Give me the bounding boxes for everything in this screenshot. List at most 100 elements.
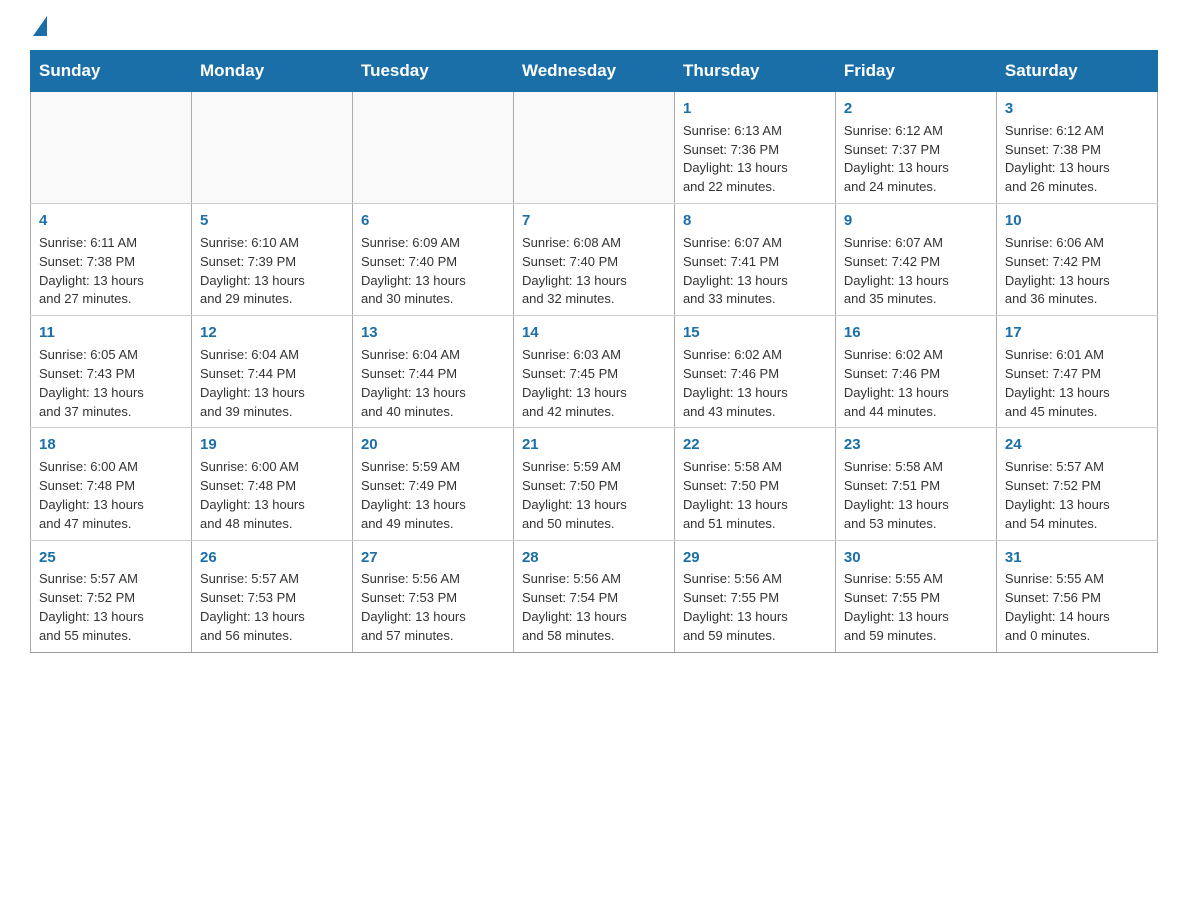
day-info: Sunrise: 6:00 AM Sunset: 7:48 PM Dayligh… [39,458,183,533]
weekday-header-row: SundayMondayTuesdayWednesdayThursdayFrid… [31,51,1158,92]
day-info: Sunrise: 6:02 AM Sunset: 7:46 PM Dayligh… [683,346,827,421]
day-info: Sunrise: 6:01 AM Sunset: 7:47 PM Dayligh… [1005,346,1149,421]
weekday-header-wednesday: Wednesday [513,51,674,92]
calendar-cell [31,92,192,204]
day-info: Sunrise: 5:58 AM Sunset: 7:51 PM Dayligh… [844,458,988,533]
day-number: 5 [200,210,344,232]
day-number: 26 [200,547,344,569]
day-number: 13 [361,322,505,344]
day-number: 27 [361,547,505,569]
calendar-table: SundayMondayTuesdayWednesdayThursdayFrid… [30,50,1158,653]
day-info: Sunrise: 5:56 AM Sunset: 7:54 PM Dayligh… [522,570,666,645]
calendar-cell: 2Sunrise: 6:12 AM Sunset: 7:37 PM Daylig… [835,92,996,204]
calendar-cell: 11Sunrise: 6:05 AM Sunset: 7:43 PM Dayli… [31,316,192,428]
weekday-header-tuesday: Tuesday [352,51,513,92]
weekday-header-monday: Monday [191,51,352,92]
calendar-cell: 29Sunrise: 5:56 AM Sunset: 7:55 PM Dayli… [674,540,835,652]
calendar-week-5: 25Sunrise: 5:57 AM Sunset: 7:52 PM Dayli… [31,540,1158,652]
calendar-cell: 18Sunrise: 6:00 AM Sunset: 7:48 PM Dayli… [31,428,192,540]
day-info: Sunrise: 5:56 AM Sunset: 7:53 PM Dayligh… [361,570,505,645]
logo-triangle-icon [33,16,47,36]
calendar-cell: 19Sunrise: 6:00 AM Sunset: 7:48 PM Dayli… [191,428,352,540]
day-number: 3 [1005,98,1149,120]
day-number: 6 [361,210,505,232]
day-number: 25 [39,547,183,569]
day-info: Sunrise: 6:04 AM Sunset: 7:44 PM Dayligh… [361,346,505,421]
day-info: Sunrise: 6:06 AM Sunset: 7:42 PM Dayligh… [1005,234,1149,309]
day-number: 23 [844,434,988,456]
day-info: Sunrise: 6:00 AM Sunset: 7:48 PM Dayligh… [200,458,344,533]
calendar-week-3: 11Sunrise: 6:05 AM Sunset: 7:43 PM Dayli… [31,316,1158,428]
day-info: Sunrise: 6:10 AM Sunset: 7:39 PM Dayligh… [200,234,344,309]
day-number: 15 [683,322,827,344]
calendar-cell [513,92,674,204]
calendar-cell [191,92,352,204]
day-info: Sunrise: 6:12 AM Sunset: 7:38 PM Dayligh… [1005,122,1149,197]
day-number: 24 [1005,434,1149,456]
day-info: Sunrise: 6:07 AM Sunset: 7:42 PM Dayligh… [844,234,988,309]
weekday-header-saturday: Saturday [996,51,1157,92]
calendar-cell: 26Sunrise: 5:57 AM Sunset: 7:53 PM Dayli… [191,540,352,652]
day-number: 17 [1005,322,1149,344]
day-number: 4 [39,210,183,232]
day-number: 7 [522,210,666,232]
weekday-header-friday: Friday [835,51,996,92]
day-info: Sunrise: 5:57 AM Sunset: 7:53 PM Dayligh… [200,570,344,645]
day-info: Sunrise: 6:04 AM Sunset: 7:44 PM Dayligh… [200,346,344,421]
day-info: Sunrise: 6:02 AM Sunset: 7:46 PM Dayligh… [844,346,988,421]
day-info: Sunrise: 6:09 AM Sunset: 7:40 PM Dayligh… [361,234,505,309]
calendar-cell: 17Sunrise: 6:01 AM Sunset: 7:47 PM Dayli… [996,316,1157,428]
day-number: 18 [39,434,183,456]
day-number: 28 [522,547,666,569]
day-number: 21 [522,434,666,456]
calendar-cell: 25Sunrise: 5:57 AM Sunset: 7:52 PM Dayli… [31,540,192,652]
day-number: 14 [522,322,666,344]
weekday-header-sunday: Sunday [31,51,192,92]
day-info: Sunrise: 5:57 AM Sunset: 7:52 PM Dayligh… [39,570,183,645]
day-number: 29 [683,547,827,569]
weekday-header-thursday: Thursday [674,51,835,92]
day-info: Sunrise: 6:07 AM Sunset: 7:41 PM Dayligh… [683,234,827,309]
day-number: 1 [683,98,827,120]
day-number: 16 [844,322,988,344]
day-info: Sunrise: 5:58 AM Sunset: 7:50 PM Dayligh… [683,458,827,533]
day-number: 31 [1005,547,1149,569]
calendar-cell [352,92,513,204]
calendar-cell: 31Sunrise: 5:55 AM Sunset: 7:56 PM Dayli… [996,540,1157,652]
calendar-cell: 10Sunrise: 6:06 AM Sunset: 7:42 PM Dayli… [996,204,1157,316]
calendar-cell: 28Sunrise: 5:56 AM Sunset: 7:54 PM Dayli… [513,540,674,652]
calendar-cell: 6Sunrise: 6:09 AM Sunset: 7:40 PM Daylig… [352,204,513,316]
day-info: Sunrise: 5:59 AM Sunset: 7:49 PM Dayligh… [361,458,505,533]
calendar-week-2: 4Sunrise: 6:11 AM Sunset: 7:38 PM Daylig… [31,204,1158,316]
calendar-cell: 4Sunrise: 6:11 AM Sunset: 7:38 PM Daylig… [31,204,192,316]
day-info: Sunrise: 5:56 AM Sunset: 7:55 PM Dayligh… [683,570,827,645]
calendar-cell: 20Sunrise: 5:59 AM Sunset: 7:49 PM Dayli… [352,428,513,540]
logo [30,20,47,30]
calendar-cell: 3Sunrise: 6:12 AM Sunset: 7:38 PM Daylig… [996,92,1157,204]
calendar-cell: 27Sunrise: 5:56 AM Sunset: 7:53 PM Dayli… [352,540,513,652]
calendar-cell: 30Sunrise: 5:55 AM Sunset: 7:55 PM Dayli… [835,540,996,652]
day-info: Sunrise: 5:55 AM Sunset: 7:56 PM Dayligh… [1005,570,1149,645]
calendar-cell: 22Sunrise: 5:58 AM Sunset: 7:50 PM Dayli… [674,428,835,540]
day-number: 19 [200,434,344,456]
day-number: 11 [39,322,183,344]
day-info: Sunrise: 6:13 AM Sunset: 7:36 PM Dayligh… [683,122,827,197]
calendar-week-1: 1Sunrise: 6:13 AM Sunset: 7:36 PM Daylig… [31,92,1158,204]
day-info: Sunrise: 6:11 AM Sunset: 7:38 PM Dayligh… [39,234,183,309]
day-number: 30 [844,547,988,569]
calendar-cell: 16Sunrise: 6:02 AM Sunset: 7:46 PM Dayli… [835,316,996,428]
day-number: 9 [844,210,988,232]
day-info: Sunrise: 5:57 AM Sunset: 7:52 PM Dayligh… [1005,458,1149,533]
calendar-week-4: 18Sunrise: 6:00 AM Sunset: 7:48 PM Dayli… [31,428,1158,540]
page-header [30,20,1158,30]
calendar-cell: 8Sunrise: 6:07 AM Sunset: 7:41 PM Daylig… [674,204,835,316]
calendar-cell: 12Sunrise: 6:04 AM Sunset: 7:44 PM Dayli… [191,316,352,428]
calendar-cell: 21Sunrise: 5:59 AM Sunset: 7:50 PM Dayli… [513,428,674,540]
day-info: Sunrise: 6:12 AM Sunset: 7:37 PM Dayligh… [844,122,988,197]
calendar-cell: 5Sunrise: 6:10 AM Sunset: 7:39 PM Daylig… [191,204,352,316]
day-number: 8 [683,210,827,232]
day-info: Sunrise: 5:55 AM Sunset: 7:55 PM Dayligh… [844,570,988,645]
day-info: Sunrise: 6:03 AM Sunset: 7:45 PM Dayligh… [522,346,666,421]
day-info: Sunrise: 6:05 AM Sunset: 7:43 PM Dayligh… [39,346,183,421]
calendar-cell: 23Sunrise: 5:58 AM Sunset: 7:51 PM Dayli… [835,428,996,540]
